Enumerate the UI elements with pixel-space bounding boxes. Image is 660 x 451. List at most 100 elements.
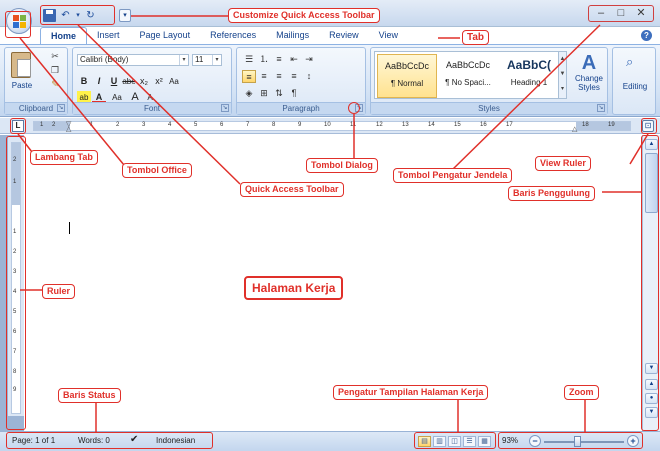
style-no-spacing[interactable]: AaBbCcDc ¶ No Spaci... <box>438 54 498 98</box>
ribbon-tabs: Home Insert Page Layout References Maili… <box>40 27 408 44</box>
highlight-vertical-ruler <box>6 136 26 430</box>
increase-indent-icon[interactable]: ⇥ <box>302 53 316 66</box>
help-icon[interactable]: ? <box>641 30 652 41</box>
ruler-number: 9 <box>298 122 302 128</box>
customize-qat-button[interactable]: ▾ <box>119 9 131 22</box>
highlight-dialog-launcher <box>348 102 360 114</box>
callout-baris-status: Baris Status <box>58 388 121 403</box>
style-normal[interactable]: AaBbCcDc ¶ Normal <box>377 54 437 98</box>
ruler-number: 18 <box>582 122 589 128</box>
font-dialog-launcher[interactable]: ↘ <box>221 104 229 112</box>
paragraph-row-3: ◈ ⊞ ⇅ ¶ <box>242 87 301 100</box>
paragraph-group-label: Paragraph <box>237 102 365 114</box>
line-spacing-icon[interactable]: ↕ <box>302 70 316 83</box>
font-size-dropdown[interactable]: 11 ▾ <box>192 54 222 66</box>
font-size-value: 11 <box>195 55 204 64</box>
callout-qat: Quick Access Toolbar <box>240 182 344 197</box>
window-controls: – □ ✕ <box>588 5 654 22</box>
callout-tab: Tab <box>462 30 490 45</box>
ribbon: Paste ✂ ❐ ✎ Clipboard ↘ Calibri (Body) ▾… <box>0 44 660 117</box>
close-button[interactable]: ✕ <box>631 6 651 21</box>
minimize-button[interactable]: – <box>591 6 611 21</box>
align-left-icon[interactable]: ≡ <box>242 70 256 83</box>
paste-button-label[interactable]: Paste <box>7 81 37 90</box>
decrease-indent-icon[interactable]: ⇤ <box>287 53 301 66</box>
numbering-icon[interactable]: ⒈ <box>257 53 271 66</box>
ruler-scale: 1 2 1 2 3 4 5 6 7 8 9 10 11 12 13 14 15 … <box>33 121 631 133</box>
format-painter-icon[interactable]: ✎ <box>49 79 61 90</box>
font-name-value: Calibri (Body) <box>80 55 129 64</box>
change-styles-label: Change Styles <box>574 74 604 92</box>
bold-button[interactable]: B <box>77 75 91 88</box>
ruler-number: 7 <box>246 122 250 128</box>
borders-icon[interactable]: ⊞ <box>257 87 271 100</box>
gallery-scroll[interactable]: ▲ ▼ ▾ <box>558 51 567 99</box>
change-styles-icon: A <box>581 52 597 74</box>
ruler-number: 3 <box>142 122 146 128</box>
multilevel-list-icon[interactable]: ≡ <box>272 53 286 66</box>
horizontal-ruler[interactable]: 1 2 1 2 3 4 5 6 7 8 9 10 11 12 13 14 15 … <box>0 118 660 134</box>
bullets-icon[interactable]: ☰ <box>242 53 256 66</box>
clipboard-dialog-launcher[interactable]: ↘ <box>57 104 65 112</box>
binoculars-icon[interactable]: ⌕ <box>626 54 633 70</box>
justify-icon[interactable]: ≡ <box>287 70 301 83</box>
highlight-office-button <box>5 11 31 38</box>
shading-icon[interactable]: ◈ <box>242 87 256 100</box>
tab-page-layout[interactable]: Page Layout <box>130 27 201 44</box>
ruler-number: 1 <box>40 122 44 128</box>
font-name-dropdown[interactable]: Calibri (Body) ▾ <box>77 54 189 66</box>
show-marks-icon[interactable]: ¶ <box>287 87 301 100</box>
tab-insert[interactable]: Insert <box>87 27 130 44</box>
tab-references[interactable]: References <box>200 27 266 44</box>
ruler-number: 8 <box>272 122 276 128</box>
strikethrough-button[interactable]: abe <box>122 75 136 88</box>
callout-halaman-kerja: Halaman Kerja <box>244 276 344 300</box>
superscript-button[interactable]: x² <box>152 75 166 88</box>
ruler-number: 15 <box>454 122 461 128</box>
font-group: Calibri (Body) ▾ 11 ▾ B I U abe x₂ x² Aa… <box>72 47 232 115</box>
tab-mailings[interactable]: Mailings <box>266 27 319 44</box>
highlight-zoom <box>498 432 643 449</box>
align-right-icon[interactable]: ≡ <box>272 70 286 83</box>
hanging-indent-marker[interactable]: △ <box>66 125 71 133</box>
underline-button[interactable]: U <box>107 75 121 88</box>
callout-tombol-dialog: Tombol Dialog <box>306 158 378 173</box>
tab-home[interactable]: Home <box>40 27 88 44</box>
right-indent-marker[interactable]: △ <box>572 125 577 133</box>
tab-review[interactable]: Review <box>319 27 369 44</box>
subscript-button[interactable]: x₂ <box>137 75 151 88</box>
highlight-qat <box>40 5 115 25</box>
styles-group: AaBbCcDc ¶ Normal AaBbCcDc ¶ No Spaci...… <box>370 47 608 115</box>
styles-dialog-launcher[interactable]: ↘ <box>597 104 605 112</box>
cut-icon[interactable]: ✂ <box>49 51 61 62</box>
highlight-view-buttons <box>414 432 496 449</box>
clear-formatting-button[interactable]: Aa <box>167 75 181 88</box>
ruler-number: 19 <box>608 122 615 128</box>
sort-icon[interactable]: ⇅ <box>272 87 286 100</box>
maximize-button[interactable]: □ <box>611 6 631 21</box>
ruler-number: 5 <box>194 122 198 128</box>
highlight-scrollbar <box>641 135 659 431</box>
style-name: Heading 1 <box>510 78 548 87</box>
editing-button-label[interactable]: Editing <box>615 82 655 91</box>
style-sample: AaBbC( <box>507 58 551 72</box>
callout-ruler: Ruler <box>42 284 76 299</box>
align-center-icon[interactable]: ≡ <box>257 70 271 83</box>
text-cursor <box>69 222 70 234</box>
highlight-status-left <box>6 432 213 449</box>
style-name: ¶ Normal <box>390 79 424 88</box>
paste-icon[interactable] <box>11 52 31 78</box>
change-styles-button[interactable]: A Change Styles <box>570 52 608 92</box>
font-format-row: B I U abe x₂ x² Aa <box>77 75 181 88</box>
style-heading-1[interactable]: AaBbC( Heading 1 <box>499 54 559 98</box>
paragraph-row-1: ☰ ⒈ ≡ ⇤ ⇥ <box>242 53 316 66</box>
tab-view[interactable]: View <box>369 27 408 44</box>
italic-button[interactable]: I <box>92 75 106 88</box>
paragraph-group: ☰ ⒈ ≡ ⇤ ⇥ ≡ ≡ ≡ ≡ ↕ ◈ ⊞ ⇅ ¶ Paragraph ↘ <box>236 47 366 115</box>
callout-zoom: Zoom <box>564 385 599 400</box>
callout-lambang-tab: Lambang Tab <box>30 150 98 165</box>
copy-icon[interactable]: ❐ <box>49 65 61 76</box>
editing-group: ⌕ Editing <box>612 47 656 115</box>
ruler-number: 16 <box>480 122 487 128</box>
ruler-number: 10 <box>324 122 331 128</box>
